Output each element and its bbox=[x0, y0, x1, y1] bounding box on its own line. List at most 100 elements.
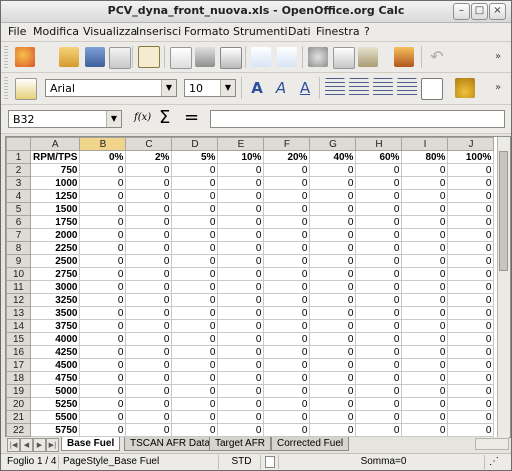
cell[interactable]: 0 bbox=[217, 176, 265, 190]
cell[interactable]: 0 bbox=[401, 306, 449, 320]
cell[interactable]: 0 bbox=[125, 176, 173, 190]
cell[interactable]: 0 bbox=[355, 267, 403, 281]
cell[interactable]: 0 bbox=[401, 358, 449, 372]
cell[interactable]: 0 bbox=[79, 202, 127, 216]
cell[interactable]: 0 bbox=[309, 254, 357, 268]
cell[interactable]: 0 bbox=[263, 215, 311, 229]
align-left-icon[interactable] bbox=[325, 78, 345, 98]
cell[interactable]: 0 bbox=[217, 358, 265, 372]
cell[interactable]: 0 bbox=[309, 384, 357, 398]
cell[interactable]: 0 bbox=[125, 189, 173, 203]
cell[interactable]: 0 bbox=[447, 241, 495, 255]
cell[interactable]: 0 bbox=[79, 397, 127, 411]
cell[interactable]: 0 bbox=[355, 254, 403, 268]
merge-cells-icon[interactable] bbox=[421, 78, 443, 100]
cell[interactable]: 0 bbox=[447, 228, 495, 242]
cell[interactable]: 0 bbox=[263, 254, 311, 268]
cell[interactable]: 0 bbox=[447, 280, 495, 294]
row-header[interactable]: 5 bbox=[6, 202, 31, 216]
cell[interactable]: 0 bbox=[263, 280, 311, 294]
print-icon[interactable] bbox=[195, 47, 215, 67]
row-header[interactable]: 16 bbox=[6, 345, 31, 359]
cell[interactable]: 0 bbox=[171, 228, 219, 242]
cell[interactable]: 0 bbox=[171, 371, 219, 385]
cell[interactable]: 0 bbox=[447, 293, 495, 307]
cell[interactable]: 0 bbox=[263, 228, 311, 242]
cell[interactable]: 10% bbox=[217, 150, 265, 164]
cell[interactable]: 0 bbox=[263, 423, 311, 437]
cell[interactable]: 0 bbox=[355, 176, 403, 190]
undo-icon[interactable]: ↶ bbox=[427, 47, 447, 67]
cell[interactable]: 0 bbox=[125, 371, 173, 385]
cell[interactable]: 0 bbox=[355, 228, 403, 242]
first-sheet-icon[interactable]: |◀ bbox=[7, 438, 20, 452]
cell[interactable]: 0 bbox=[401, 384, 449, 398]
cell[interactable]: 0 bbox=[447, 384, 495, 398]
cell[interactable]: 0 bbox=[401, 293, 449, 307]
cell[interactable]: 0 bbox=[447, 254, 495, 268]
cell[interactable]: 3500 bbox=[29, 306, 81, 320]
cell[interactable]: 0 bbox=[79, 280, 127, 294]
cell[interactable]: 0 bbox=[217, 306, 265, 320]
cell[interactable]: 0% bbox=[79, 150, 127, 164]
cell[interactable]: 0 bbox=[79, 189, 127, 203]
resize-grip-icon[interactable]: ⋰ bbox=[485, 455, 509, 469]
cell[interactable]: 5% bbox=[171, 150, 219, 164]
autospellcheck-icon[interactable] bbox=[277, 47, 297, 67]
align-center-icon[interactable] bbox=[349, 78, 369, 98]
cell[interactable]: 0 bbox=[355, 241, 403, 255]
cell[interactable]: 20% bbox=[263, 150, 311, 164]
row-header[interactable]: 4 bbox=[6, 189, 31, 203]
row-header[interactable]: 8 bbox=[6, 241, 31, 255]
menu-help[interactable]: ? bbox=[364, 25, 370, 38]
cell[interactable]: 0 bbox=[79, 358, 127, 372]
cell[interactable]: 0 bbox=[79, 371, 127, 385]
cell[interactable]: 0 bbox=[217, 215, 265, 229]
cell[interactable]: 0 bbox=[171, 345, 219, 359]
cell[interactable]: 0 bbox=[171, 358, 219, 372]
cell[interactable]: 0 bbox=[125, 332, 173, 346]
cell[interactable]: 0 bbox=[401, 345, 449, 359]
cell[interactable]: 0 bbox=[79, 228, 127, 242]
cell[interactable]: 0 bbox=[355, 280, 403, 294]
row-header[interactable]: 10 bbox=[6, 267, 31, 281]
row-header[interactable]: 15 bbox=[6, 332, 31, 346]
cell[interactable]: RPM/TPS bbox=[29, 150, 81, 164]
column-header[interactable]: J bbox=[447, 137, 495, 151]
styles-icon[interactable] bbox=[15, 78, 37, 100]
cell[interactable]: 0 bbox=[79, 306, 127, 320]
cell[interactable]: 0 bbox=[79, 384, 127, 398]
cell[interactable]: 0 bbox=[125, 267, 173, 281]
cell[interactable]: 0 bbox=[171, 319, 219, 333]
select-all-corner[interactable] bbox=[6, 137, 31, 151]
edit-file-icon[interactable] bbox=[138, 46, 160, 68]
cell[interactable]: 0 bbox=[79, 163, 127, 177]
row-header[interactable]: 13 bbox=[6, 306, 31, 320]
cell[interactable]: 0 bbox=[401, 371, 449, 385]
cell[interactable]: 0 bbox=[263, 319, 311, 333]
chevron-down-icon[interactable]: ▼ bbox=[106, 111, 121, 127]
cell[interactable]: 0 bbox=[171, 293, 219, 307]
cell[interactable]: 0 bbox=[447, 332, 495, 346]
name-box[interactable]: B32 ▼ bbox=[8, 110, 122, 128]
cell[interactable]: 0 bbox=[171, 189, 219, 203]
cell[interactable]: 3250 bbox=[29, 293, 81, 307]
cell[interactable]: 0 bbox=[447, 397, 495, 411]
column-header[interactable]: C bbox=[125, 137, 173, 151]
cell[interactable]: 0 bbox=[355, 163, 403, 177]
cell[interactable]: 0 bbox=[309, 306, 357, 320]
cell[interactable]: 0 bbox=[79, 241, 127, 255]
cell[interactable]: 0 bbox=[401, 280, 449, 294]
chevron-down-icon[interactable]: ▼ bbox=[161, 80, 176, 96]
cell[interactable]: 0 bbox=[309, 163, 357, 177]
cell[interactable]: 0 bbox=[263, 293, 311, 307]
column-header[interactable]: I bbox=[401, 137, 449, 151]
cell[interactable]: 0 bbox=[447, 202, 495, 216]
cell[interactable]: 0 bbox=[401, 176, 449, 190]
cell[interactable]: 0 bbox=[401, 397, 449, 411]
row-header[interactable]: 19 bbox=[6, 384, 31, 398]
format-paintbrush-icon[interactable] bbox=[394, 47, 414, 67]
sheet-tab-tscan-afr-data[interactable]: TSCAN AFR Data bbox=[124, 437, 217, 451]
cell[interactable]: 0 bbox=[171, 202, 219, 216]
cell[interactable]: 0 bbox=[447, 345, 495, 359]
